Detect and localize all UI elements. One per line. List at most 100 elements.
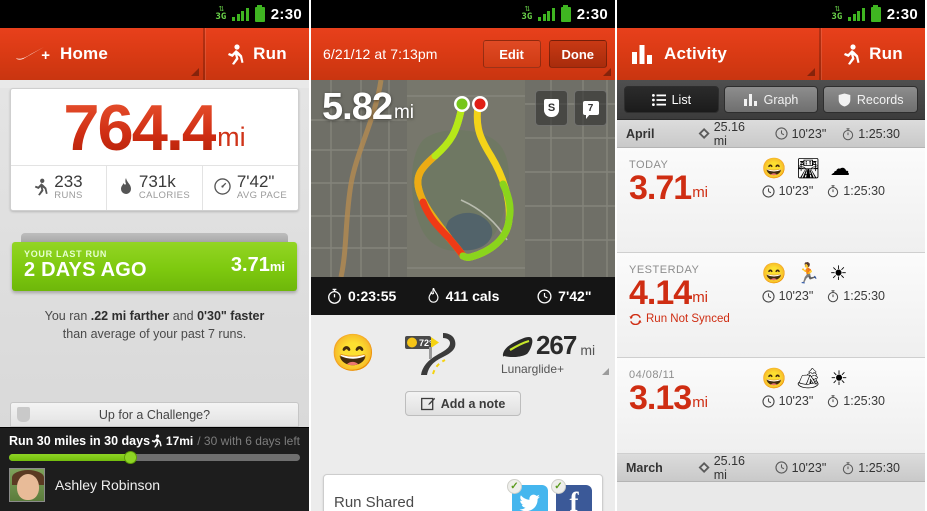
grinning-face-emoji: 😄 (761, 158, 787, 180)
run-pace: 10'23" (762, 184, 813, 198)
run-not-synced-status: Run Not Synced (629, 313, 730, 325)
total-distance: 764.4 mi (11, 95, 298, 165)
grinning-face-emoji: 😄 (761, 263, 787, 285)
month-header-march: March 25.16 mi 10'23" 1:25:30 (617, 454, 925, 482)
run-pace: 10'23" (762, 394, 813, 408)
clock-pace-icon (775, 461, 788, 474)
nike-plus-logo-icon: + (15, 45, 50, 63)
list-item[interactable]: YESTERDAY 4.14 mi Run Not Synced 😄 🏃 ☀ 1… (617, 253, 925, 358)
month-distance: 25.16 mi (698, 120, 759, 148)
last-run-banner[interactable]: YOUR LAST RUN 2 DAYS AGO 3.71mi (12, 232, 297, 291)
run-time: 1:25:30 (827, 289, 885, 303)
runner-icon (35, 178, 48, 196)
run-stat-pace: 7'42" (514, 288, 615, 304)
shoe-miles: 267 (535, 330, 577, 360)
avatar (9, 468, 45, 502)
run-distance-value: 5.82 (322, 86, 393, 128)
sync-icon (629, 313, 642, 325)
challenge-header-bar[interactable]: Up for a Challenge? (10, 402, 299, 427)
month-name: April (626, 126, 655, 141)
run-tab-button[interactable]: Run (821, 28, 925, 80)
stopwatch-icon (828, 395, 839, 408)
run-stats-bar: 0:23:55 411 cals 7'42" (311, 277, 615, 315)
month-header-april: April 25.16 mi 10'23" 1:25:30 (617, 120, 925, 148)
cloud-icon: ☁ (829, 158, 850, 180)
twitter-checked-icon: ✓ (507, 478, 522, 494)
flame-icon (428, 288, 439, 303)
friend-row[interactable]: Ashley Robinson (0, 461, 309, 502)
edit-button[interactable]: Edit (482, 40, 541, 68)
grinning-face-emoji: 😄 (330, 332, 376, 373)
tab-graph[interactable]: Graph (723, 86, 819, 113)
terrain-weather-chip[interactable]: 72° (399, 329, 477, 377)
speedometer-icon (214, 178, 231, 195)
twitter-icon[interactable]: ✓ (507, 478, 548, 511)
running-shoe-icon (502, 337, 533, 359)
shield-icon (838, 93, 851, 106)
challenge-panel: Run 30 miles in 30 days 17mi / 30 with 6… (0, 427, 309, 511)
month-name: March (626, 460, 663, 475)
stat-avg-pace-label: AVG PACE (236, 189, 288, 201)
home-title-button[interactable]: + Home (0, 28, 203, 80)
challenge-header-label: Up for a Challenge? (98, 407, 211, 422)
home-title: Home (60, 44, 109, 63)
add-note-button[interactable]: Add a note (405, 391, 521, 416)
challenge-progress-value: 17mi (165, 434, 194, 448)
stopwatch-icon (828, 185, 839, 198)
cheers-bubble-icon[interactable]: 7 (574, 90, 607, 126)
add-note-label: Add a note (440, 396, 506, 411)
action-bar-run: 6/21/12 at 7:13pm Edit Done (311, 28, 615, 80)
tab-records-label: Records (856, 92, 904, 107)
run-date: 6/21/12 at 7:13pm (323, 46, 438, 62)
run-metrics: 10'23" 1:25:30 (762, 184, 885, 198)
run-route-map[interactable]: 5.82 mi S 7 (311, 80, 615, 277)
stat-runs-value: 233 (54, 171, 83, 191)
total-distance-unit: mi (217, 121, 246, 152)
track-icon: 🏃 (795, 263, 821, 285)
runner-icon (844, 43, 860, 65)
status-bar-clock: 2:30 (576, 5, 608, 23)
distance-diamond-icon (698, 127, 710, 140)
list-item[interactable]: TODAY 3.71 mi 😄 🛣 ☁ 10'23" 1:25:30 (617, 148, 925, 253)
mood-chip[interactable]: 😄 (331, 335, 376, 371)
shield-badge-icon[interactable]: S (535, 90, 568, 126)
challenge-progress-meta: 17mi / 30 with 6 days left (151, 434, 300, 448)
pencil-note-icon (420, 397, 435, 410)
road-weather-icon: 72° (405, 333, 456, 375)
runner-icon (228, 43, 244, 65)
done-button[interactable]: Done (548, 40, 607, 68)
total-distance-card: 764.4 mi 233 RUNS 731k CALORIES 7'42" AV… (10, 88, 299, 211)
run-distance: 3.13 mi (629, 379, 709, 417)
activity-title-button[interactable]: Activity (617, 28, 819, 80)
phone-screen-activity: ⇅ 3G 2:30 Activity Run List Graph Record… (617, 0, 925, 511)
run-condition-icons: 😄 🛣 ☁ (762, 159, 850, 179)
clock-pace-icon (775, 127, 788, 140)
stat-avg-pace: 7'42" AVG PACE (202, 165, 298, 210)
tab-records[interactable]: Records (823, 86, 919, 113)
run-distance: 4.14 mi (629, 274, 709, 312)
run-shared-label: Run Shared (334, 494, 415, 511)
sun-icon: ☀ (829, 368, 848, 390)
list-item[interactable]: 04/08/11 3.13 mi 😄 🏕 ☀ 10'23" 1:25:30 (617, 358, 925, 454)
flame-icon (120, 177, 131, 194)
shoe-name: Lunarglide+ (500, 362, 565, 376)
facebook-icon[interactable]: f ✓ (551, 478, 592, 511)
last-run-label: YOUR LAST RUN (24, 248, 108, 259)
last-run-when: 2 DAYS AGO (24, 258, 147, 281)
status-bar: ⇅ 3G 2:30 (311, 0, 615, 28)
activity-tab-bar: List Graph Records (617, 80, 925, 120)
stat-calories: 731k CALORIES (106, 165, 202, 210)
clock-pace-icon (762, 394, 775, 408)
battery-icon (870, 4, 881, 22)
month-time: 1:25:30 (842, 461, 900, 475)
stat-runs: 233 RUNS (11, 166, 106, 210)
road-icon: 🛣 (795, 158, 821, 180)
run-detail-section: 😄 72° 267 mi Lunarglide+ Add a note Run … (311, 315, 615, 511)
challenge-progress-bar (9, 452, 300, 463)
run-metrics: 10'23" 1:25:30 (762, 394, 885, 408)
signal-bars-icon (232, 7, 249, 21)
run-stat-calories: 411 cals (412, 288, 513, 304)
tab-list[interactable]: List (624, 86, 719, 113)
shoe-chip[interactable]: 267 mi Lunarglide+ (500, 330, 610, 376)
run-tab-button[interactable]: Run (205, 28, 309, 80)
